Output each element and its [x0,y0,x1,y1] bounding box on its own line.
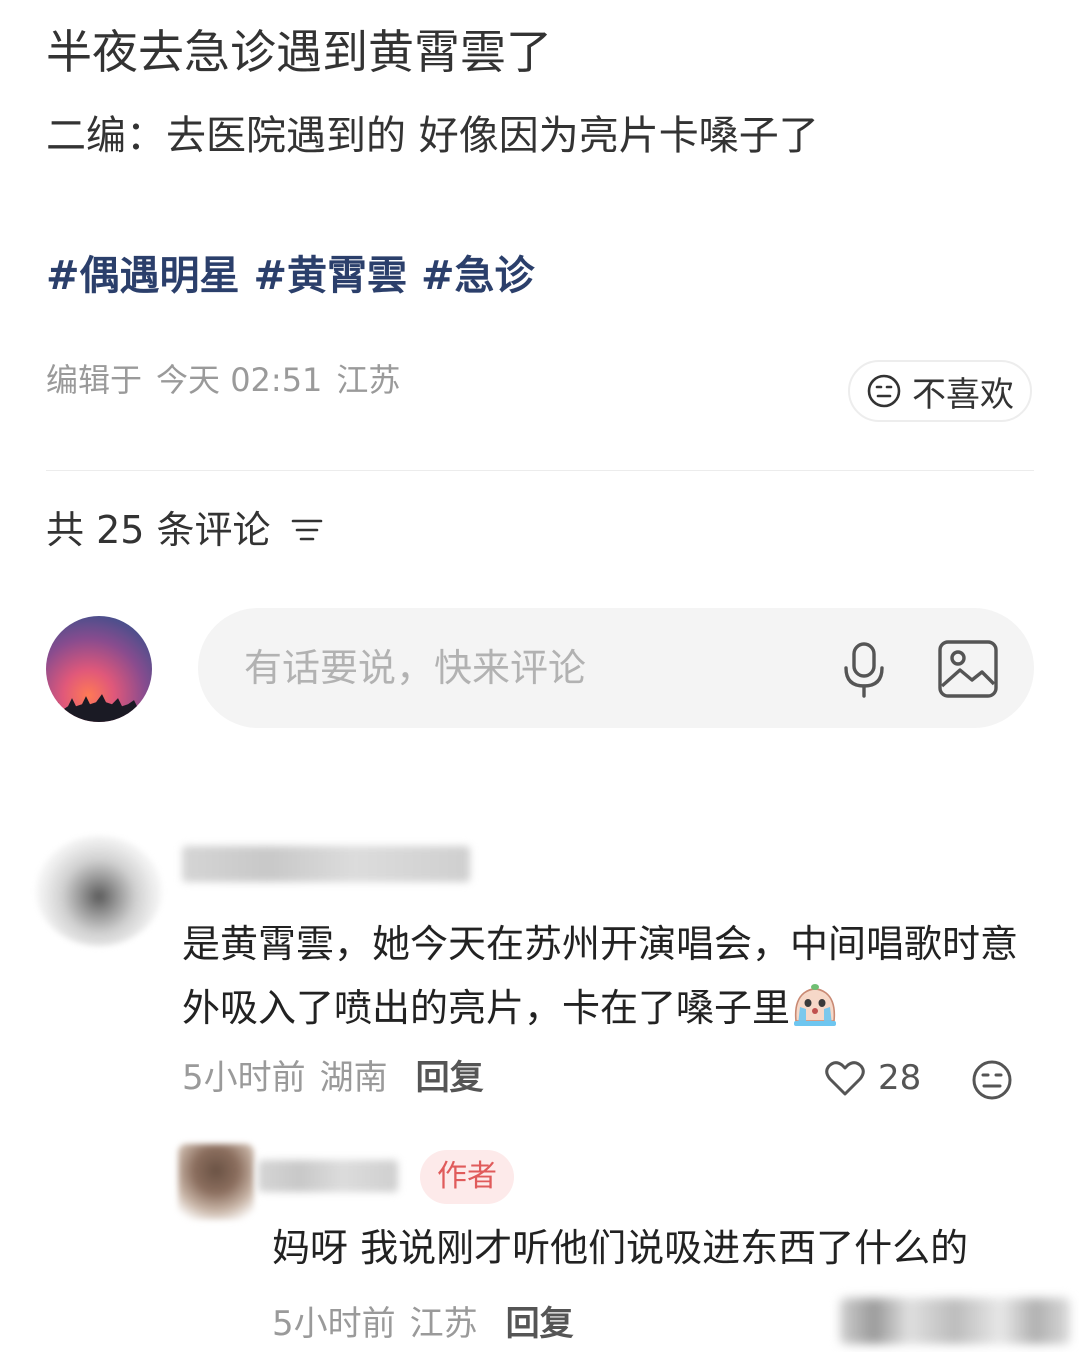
tag-huang-xiaoyun[interactable]: #黄霄雲 [254,248,408,304]
comments-count: 共 25 条评论 [46,508,271,552]
comment-text: 是黄霄雲，她今天在苏州开演唱会，中间唱歌时意外吸入了喷出的亮片，卡在了嗓子里 [182,912,1032,1040]
post-time: 今天 02:51 [156,361,323,399]
dislike-button[interactable]: 不喜欢 [848,360,1032,422]
author-badge: 作者 [420,1150,514,1204]
meh-face-icon [867,374,901,408]
post-meta: 编辑于 今天 02:51 江苏 [46,358,400,402]
post-title: 半夜去急诊遇到黄霄雲了 [46,25,552,79]
tag-jizhen[interactable]: #急诊 [421,248,535,304]
comments-count-header: 共 25 条评论 [46,504,325,556]
image-icon[interactable] [936,638,1000,700]
comment-input-placeholder[interactable]: 有话要说，快来评论 [244,644,586,692]
post-location: 江苏 [336,361,401,399]
author-name-blurred[interactable] [258,1160,398,1192]
edited-label: 编辑于 [46,361,143,399]
comment-meta: 5小时前 湖南 回复 [182,1054,484,1102]
like-count: 28 [878,1058,922,1098]
dislike-label: 不喜欢 [912,374,1014,415]
sort-icon[interactable] [289,515,325,545]
reply-location: 江苏 [409,1304,478,1344]
reply-time: 5小时前 [272,1304,396,1344]
heart-icon [825,1061,865,1096]
tag-ouyu-mingxing[interactable]: #偶遇明星 [46,248,240,304]
comment-body: 是黄霄雲，她今天在苏州开演唱会，中间唱歌时意外吸入了喷出的亮片，卡在了嗓子里 [182,922,1019,1030]
like-button[interactable]: 28 [824,1054,921,1102]
author-avatar-blurred[interactable] [178,1144,254,1220]
comment-input-box[interactable]: 有话要说，快来评论 [198,608,1034,728]
comment-location: 湖南 [319,1058,388,1098]
microphone-icon[interactable] [834,638,894,700]
reply-button[interactable]: 回复 [416,1054,484,1102]
reply-meta: 5小时前 江苏 回复 [272,1300,574,1348]
reply-text: 妈呀 我说刚才听他们说吸进东西了什么的 [272,1226,969,1270]
crying-emoji-icon [794,984,837,1026]
reply-actions-blurred [840,1298,1070,1344]
comment-time: 5小时前 [182,1058,306,1098]
sunset-trees-image [46,693,152,722]
reply-button[interactable]: 回复 [506,1300,574,1348]
divider [46,470,1034,471]
commenter-name-blurred[interactable] [182,846,470,882]
post-tags: #偶遇明星 #黄霄雲 #急诊 [46,248,535,304]
commenter-avatar-blurred[interactable] [36,836,162,946]
my-avatar[interactable] [46,616,152,722]
post-edit-note: 二编：去医院遇到的 好像因为亮片卡嗓子了 [46,113,819,159]
comment-dislike-icon[interactable] [970,1058,1014,1102]
